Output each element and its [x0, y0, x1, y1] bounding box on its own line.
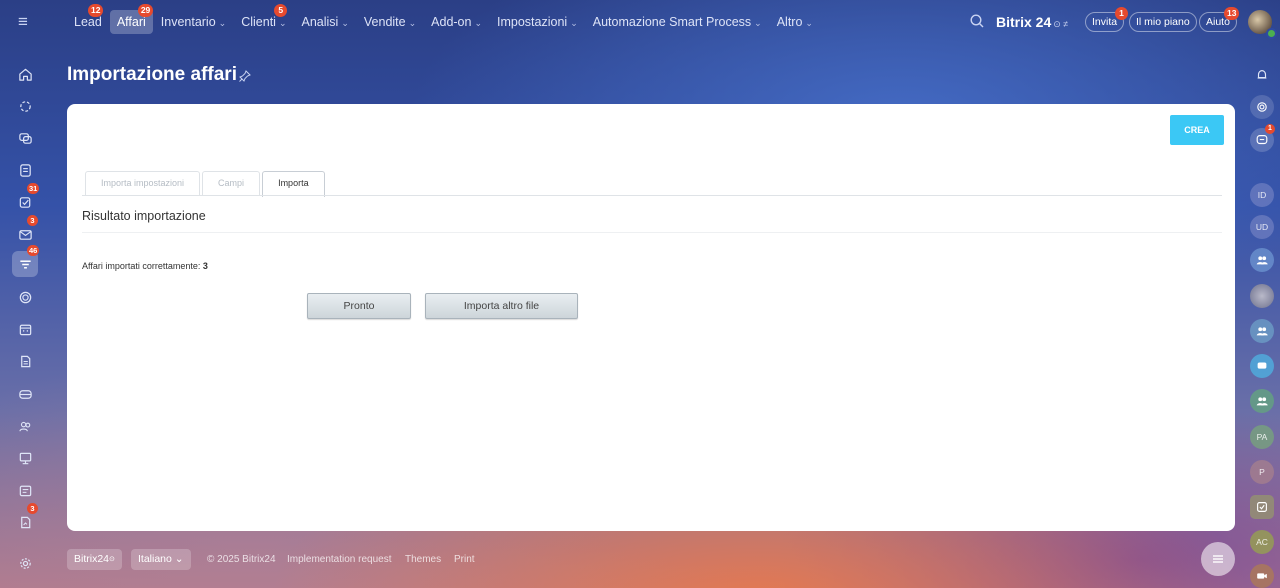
section-divider: [82, 232, 1222, 233]
sidebar-badge: 31: [27, 183, 40, 194]
tab-import-settings[interactable]: Importa impostazioni: [85, 171, 201, 196]
main-panel: CREA Importa impostazioni Campi Importa …: [67, 104, 1235, 531]
chevron-down-icon: ⌄: [474, 18, 483, 28]
checklist-icon[interactable]: 31: [12, 183, 40, 215]
footer-link-print[interactable]: Print: [454, 553, 475, 567]
avatar-icon[interactable]: UD: [1250, 215, 1274, 239]
result-label: Affari importati correttamente:: [82, 261, 201, 271]
task-check-icon[interactable]: [1250, 495, 1274, 519]
quick-menu-button[interactable]: [1201, 542, 1235, 576]
chevron-down-icon: ⌄: [174, 553, 184, 565]
nav-item-automazione[interactable]: Automazione Smart Process ⌄: [586, 10, 769, 34]
footer-link-themes[interactable]: Themes: [405, 553, 441, 567]
nav-badge: 12: [88, 4, 104, 17]
nav-badge: 29: [137, 4, 154, 17]
sites-icon[interactable]: [12, 284, 38, 310]
nav-item-inventario[interactable]: Inventario ⌄: [154, 10, 233, 34]
sidebar-badge: 3: [27, 503, 38, 514]
footer-brand[interactable]: Bitrix24⊙: [67, 549, 122, 570]
avatar-icon[interactable]: P: [1250, 460, 1274, 484]
home-icon[interactable]: [12, 61, 38, 87]
settings-icon[interactable]: [12, 550, 38, 576]
import-result: Affari importati correttamente: 3: [82, 260, 208, 272]
import-tabs: Importa impostazioni Campi Importa: [85, 171, 327, 197]
nav-item-vendite[interactable]: Vendite ⌄: [357, 10, 423, 34]
import-other-file-button[interactable]: Importa altro file: [425, 293, 578, 319]
list-icon: [1213, 555, 1223, 563]
chevron-down-icon: ⌄: [570, 18, 578, 28]
page-title: Importazione affari: [67, 64, 237, 85]
nav-item-altro[interactable]: Altro ⌄: [770, 10, 820, 34]
sidebar-badge: 46: [27, 245, 40, 256]
invite-badge: 1: [1115, 7, 1128, 20]
crm-funnel-icon[interactable]: 46: [12, 245, 40, 277]
nav-item-clienti[interactable]: Clienti ⌄ 5: [234, 4, 293, 34]
video-call-icon[interactable]: [1250, 564, 1274, 588]
messenger-icon[interactable]: 1: [1250, 124, 1275, 152]
nav-badge: 5: [274, 4, 288, 17]
sidebar-badge: 3: [27, 215, 38, 226]
create-button[interactable]: CREA: [1170, 115, 1224, 145]
chat-icon[interactable]: [12, 125, 38, 151]
top-bar: ≡ Lead 12 Affari 29 Inventario ⌄ Clienti ⌄…: [0, 0, 1280, 44]
result-count: 3: [202, 261, 208, 271]
nav-item-affari[interactable]: Affari 29: [109, 4, 154, 34]
inventory-icon[interactable]: [12, 381, 38, 407]
top-nav: Lead 12 Affari 29 Inventario ⌄ Clienti ⌄ 5…: [67, 4, 821, 34]
nav-item-impostazioni[interactable]: Impostazioni ⌄: [490, 10, 585, 34]
document-icon[interactable]: [12, 348, 38, 374]
chevron-down-icon: ⌄: [754, 18, 762, 28]
chat-bubble-icon[interactable]: [1250, 354, 1274, 378]
chevron-down-icon: ⌄: [218, 18, 227, 28]
right-sidebar: 1 ID UD PA P AC: [1245, 44, 1280, 588]
nav-item-add-on[interactable]: Add-on ⌄: [424, 10, 489, 34]
tabs-divider: [82, 195, 1222, 196]
avatar-icon[interactable]: AC: [1250, 530, 1274, 554]
signature-icon[interactable]: 3: [12, 503, 38, 535]
online-status-icon: [1266, 28, 1277, 39]
brand-logo[interactable]: Bitrix 24 ⊙ ≠: [996, 13, 1068, 33]
calendar-icon[interactable]: [12, 316, 38, 342]
search-icon[interactable]: [969, 13, 985, 29]
chevron-down-icon: ⌄: [805, 18, 813, 28]
my-plan-button[interactable]: Il mio piano: [1129, 12, 1197, 32]
section-title: Risultato importazione: [82, 209, 206, 223]
nav-item-lead[interactable]: Lead 12: [67, 4, 109, 34]
footer-copyright: © 2025 Bitrix24: [207, 554, 276, 565]
menu-burger-icon[interactable]: ≡: [13, 13, 33, 31]
employees-icon[interactable]: [12, 413, 38, 439]
done-button[interactable]: Pronto: [307, 293, 411, 319]
tab-import[interactable]: Importa: [262, 171, 325, 197]
avatar-icon[interactable]: ID: [1250, 183, 1274, 207]
help-badge: 13: [1224, 7, 1240, 20]
group-icon[interactable]: [1250, 389, 1274, 413]
avatar-icon[interactable]: PA: [1250, 425, 1274, 449]
footer-link-implementation[interactable]: Implementation request: [287, 553, 392, 567]
feed-icon[interactable]: [12, 93, 38, 119]
tab-fields[interactable]: Campi: [202, 171, 261, 196]
chevron-down-icon: ⌄: [341, 18, 349, 28]
group-icon[interactable]: [1250, 248, 1274, 272]
tasks-list-icon[interactable]: [12, 157, 38, 183]
bell-icon[interactable]: [1250, 63, 1274, 87]
pin-icon[interactable]: [238, 69, 252, 83]
messenger-badge: 1: [1265, 124, 1275, 134]
group-icon[interactable]: [1250, 319, 1274, 343]
booking-icon[interactable]: [12, 477, 38, 503]
chevron-down-icon: ⌄: [278, 18, 287, 28]
nav-item-analisi[interactable]: Analisi ⌄: [295, 10, 356, 34]
mail-icon[interactable]: 3: [12, 215, 38, 247]
chevron-down-icon: ⌄: [408, 18, 417, 28]
presentation-icon[interactable]: [12, 445, 38, 471]
avatar-icon[interactable]: [1250, 284, 1274, 308]
left-sidebar: 31 3 46 3: [0, 44, 50, 588]
language-select[interactable]: Italiano ⌄: [131, 549, 191, 570]
copilot-icon[interactable]: [1250, 95, 1274, 119]
